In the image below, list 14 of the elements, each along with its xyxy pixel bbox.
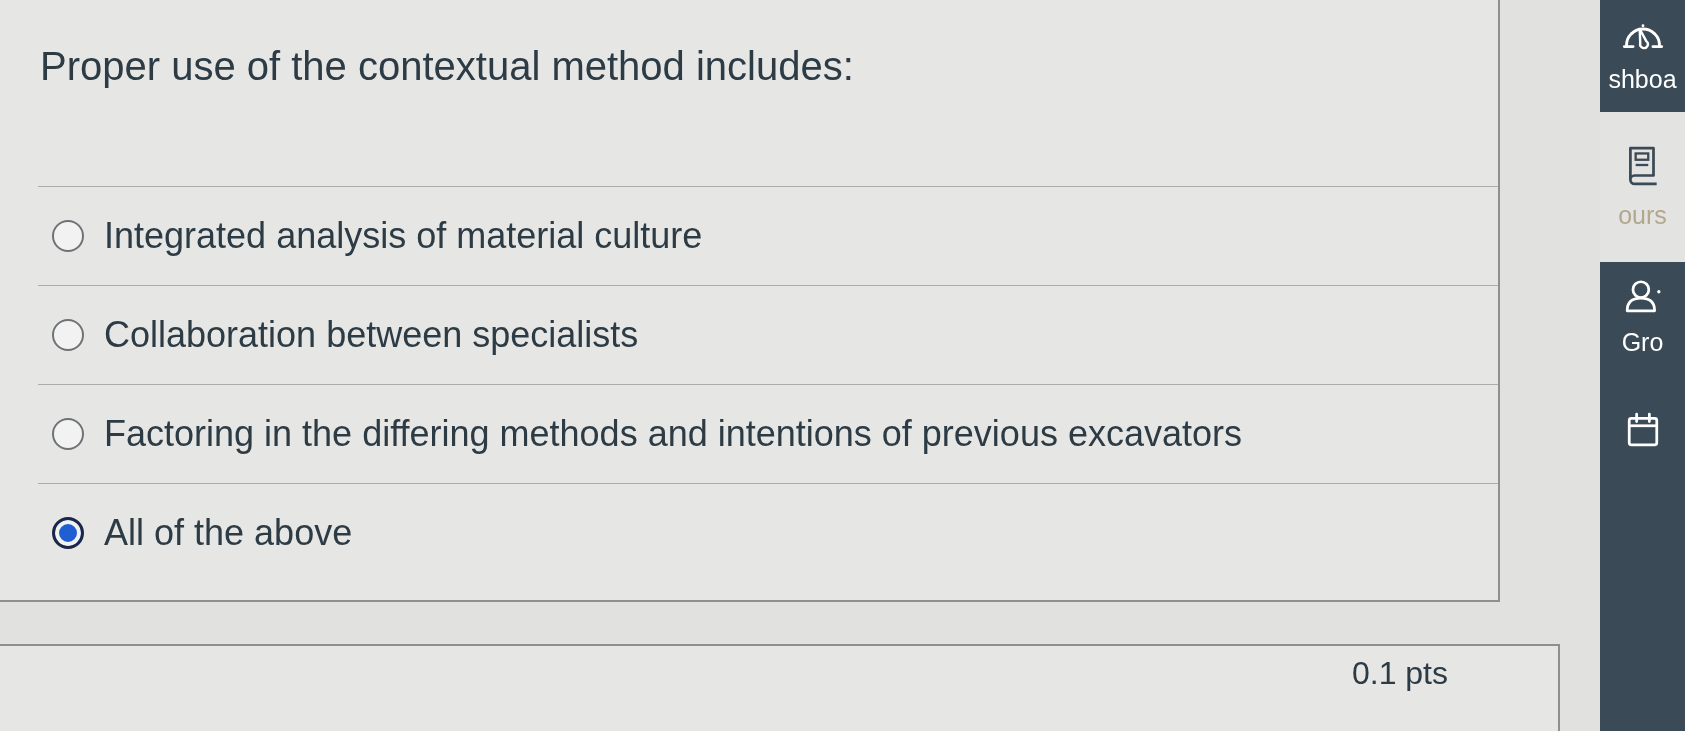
radio-button[interactable] [52,517,84,549]
option-label[interactable]: Factoring in the differing methods and intentions of previous excavators [104,412,1242,456]
nav-link[interactable]: shboa [1600,0,1685,112]
radio-button[interactable] [52,319,84,351]
radio-button[interactable] [52,418,84,450]
option-label[interactable]: All of the above [104,511,353,555]
points-text: 0.1 pts [1351,654,1448,692]
person-icon [1623,279,1662,313]
question-text: Proper use of the contextual method includes: [39,43,855,90]
option-label[interactable]: Collaboration between specialists [104,313,639,357]
calendar-icon [1625,412,1660,448]
radio-button[interactable] [52,220,84,252]
nav-link[interactable]: Gro [1600,262,1685,374]
option-label[interactable]: Integrated analysis of material culture [104,214,703,258]
